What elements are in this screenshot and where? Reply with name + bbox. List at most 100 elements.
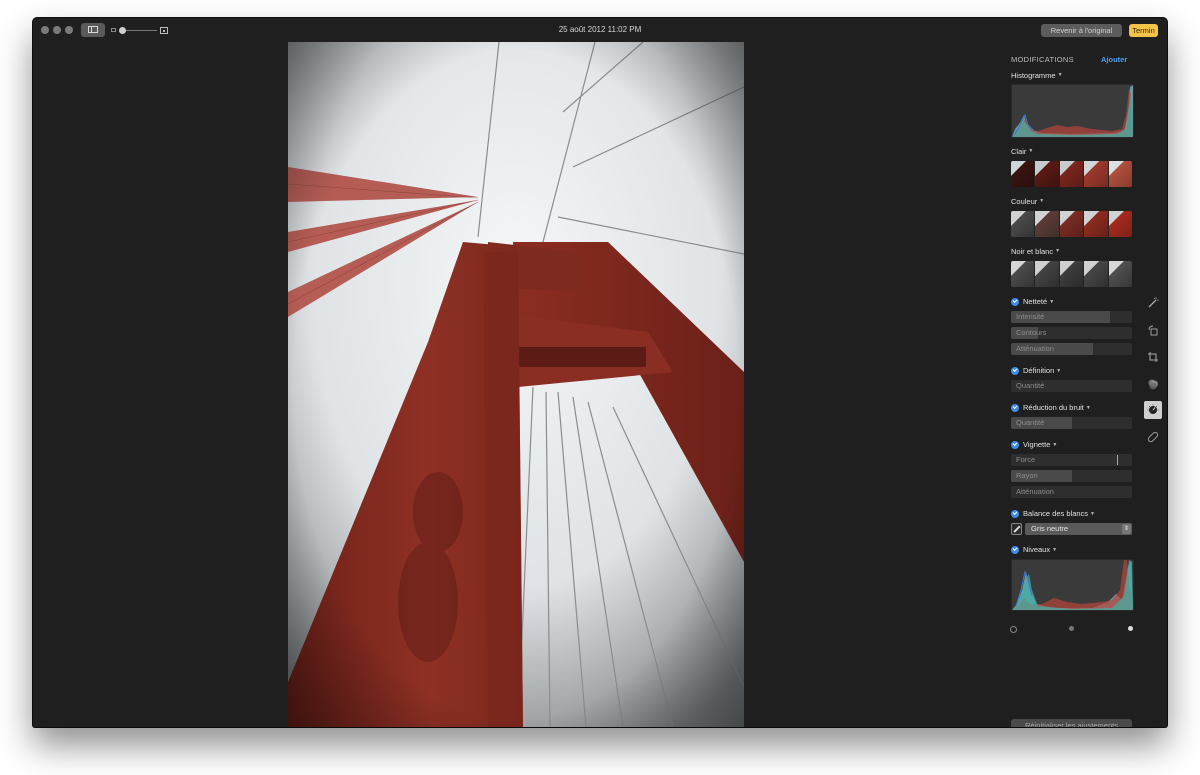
disclosure-caret-icon: ▼ [1090,510,1095,517]
noise-reduction-amount-slider[interactable]: Quantité [1011,417,1132,429]
sharpen-section-toggle[interactable]: Netteté ▼ [1011,297,1054,306]
noise-reduction-enabled-checkbox[interactable] [1011,403,1019,412]
color-variant-thumb[interactable] [1059,211,1085,237]
bw-variant-thumb[interactable] [1108,261,1132,287]
white-balance-selected: Gris neutre [1031,524,1069,533]
light-section-toggle[interactable]: Clair ▼ [1011,147,1033,156]
white-balance-label: Balance des blancs [1023,509,1089,518]
light-label: Clair [1011,147,1027,156]
color-variant-thumb[interactable] [1084,211,1109,237]
title-bar: 25 août 2012 11:02 PM Revenir à l'origin… [33,18,1167,42]
sharpen-intensity-slider[interactable]: Intensité [1011,311,1132,323]
edited-photo[interactable] [288,42,744,727]
tool-adjust[interactable] [1144,401,1162,419]
vignette-falloff-slider[interactable]: Atténuation [1011,486,1132,498]
bw-variant-thumb[interactable] [1059,261,1085,287]
slider-label: Force [1016,455,1036,464]
reset-adjustments-button[interactable]: Réinitialiser les ajustements [1011,719,1132,727]
white-balance-enabled-checkbox[interactable] [1011,509,1019,518]
white-balance-select[interactable]: Gris neutre ⇕ [1025,523,1132,535]
bw-variant-thumb[interactable] [1084,261,1109,287]
revert-to-original-button[interactable]: Revenir à l'original [1041,24,1122,37]
light-variant-thumb[interactable] [1035,161,1060,187]
levels-enabled-checkbox[interactable] [1011,545,1019,554]
histogram-graph [1011,84,1134,138]
bandage-icon [1147,431,1159,443]
disclosure-caret-icon: ▼ [1085,404,1091,411]
vignette-enabled-checkbox[interactable] [1011,440,1019,449]
disclosure-caret-icon: ▼ [1052,546,1058,553]
disclosure-caret-icon: ▼ [1057,72,1063,78]
color-section-toggle[interactable]: Couleur ▼ [1011,197,1044,206]
levels-section-toggle[interactable]: Niveaux ▼ [1011,545,1057,554]
bw-variant-strip[interactable] [1011,261,1132,287]
color-variant-thumb[interactable] [1035,211,1060,237]
slider-marker[interactable] [1117,455,1119,465]
color-label: Couleur [1011,197,1038,206]
disclosure-caret-icon: ▼ [1049,298,1055,305]
white-balance-section-toggle[interactable]: Balance des blancs ▼ [1011,509,1095,518]
done-button[interactable]: Termin [1129,24,1158,37]
levels-white-point-handle[interactable] [1128,626,1133,631]
disclosure-caret-icon: ▼ [1039,198,1045,204]
disclosure-caret-icon: ▼ [1056,367,1062,374]
sharpen-enabled-checkbox[interactable] [1011,297,1019,306]
bw-variant-thumb[interactable] [1011,261,1036,287]
photos-edit-window: 25 août 2012 11:02 PM Revenir à l'origin… [33,18,1167,727]
tool-rotate[interactable] [1144,321,1162,339]
definition-enabled-checkbox[interactable] [1011,366,1019,375]
vignette-section-toggle[interactable]: Vignette ▼ [1011,440,1057,449]
levels-handles [1010,626,1133,633]
vignette-strength-slider[interactable]: Force [1011,454,1132,466]
definition-amount-slider[interactable]: Quantité [1011,380,1132,392]
light-variant-thumb[interactable] [1059,161,1085,187]
levels-label: Niveaux [1023,545,1051,554]
definition-section-toggle[interactable]: Définition ▼ [1011,366,1061,375]
tool-crop[interactable] [1144,348,1162,366]
eyedropper-button[interactable] [1011,523,1022,535]
levels-histogram[interactable] [1011,559,1134,611]
histogram-section-toggle[interactable]: Histogramme ▼ [1011,71,1063,80]
sharpen-falloff-slider[interactable]: Atténuation [1011,343,1132,355]
crop-icon [1148,352,1158,362]
bw-label: Noir et blanc [1011,247,1054,256]
filters-icon [1148,379,1158,390]
photo-canvas [33,42,1001,727]
select-stepper-icon: ⇕ [1122,524,1131,534]
vignette-label: Vignette [1023,440,1051,449]
noise-reduction-section-toggle[interactable]: Réduction du bruit ▼ [1011,403,1091,412]
sharpen-edges-slider[interactable]: Contours [1011,327,1132,339]
color-variant-thumb[interactable] [1108,211,1132,237]
color-variant-thumb[interactable] [1011,211,1036,237]
modifications-header: MODIFICATIONS [1011,55,1074,64]
slider-label: Atténuation [1016,344,1054,353]
histogram-label: Histogramme [1011,71,1056,80]
adjust-dial-icon [1147,404,1159,414]
bw-variant-thumb[interactable] [1035,261,1060,287]
bw-section-toggle[interactable]: Noir et blanc ▼ [1011,247,1060,256]
tool-enhance[interactable] [1144,294,1162,312]
levels-midpoint-handle[interactable] [1069,626,1074,631]
tool-filters[interactable] [1144,375,1162,393]
levels-black-point-handle[interactable] [1010,626,1017,633]
slider-label: Intensité [1016,312,1045,321]
slider-label: Quantité [1016,381,1045,390]
slider-label: Rayon [1016,471,1038,480]
slider-label: Quantité [1016,418,1045,427]
disclosure-caret-icon: ▼ [1052,441,1058,448]
rotate-icon [1148,325,1158,336]
light-variant-strip[interactable] [1011,161,1132,187]
slider-label: Atténuation [1016,487,1054,496]
light-variant-thumb[interactable] [1011,161,1036,187]
slider-label: Contours [1016,328,1047,337]
disclosure-caret-icon: ▼ [1028,148,1034,154]
vignette-radius-slider[interactable]: Rayon [1011,470,1132,482]
color-variant-strip[interactable] [1011,211,1132,237]
adjustments-panel: MODIFICATIONS Ajouter Histogramme ▼ Clair… [1001,42,1167,727]
add-adjustment-button[interactable]: Ajouter [1101,55,1127,64]
tool-retouch[interactable] [1144,428,1162,446]
disclosure-caret-icon: ▼ [1055,248,1061,254]
magic-wand-icon [1148,297,1159,308]
light-variant-thumb[interactable] [1108,161,1132,187]
light-variant-thumb[interactable] [1084,161,1109,187]
